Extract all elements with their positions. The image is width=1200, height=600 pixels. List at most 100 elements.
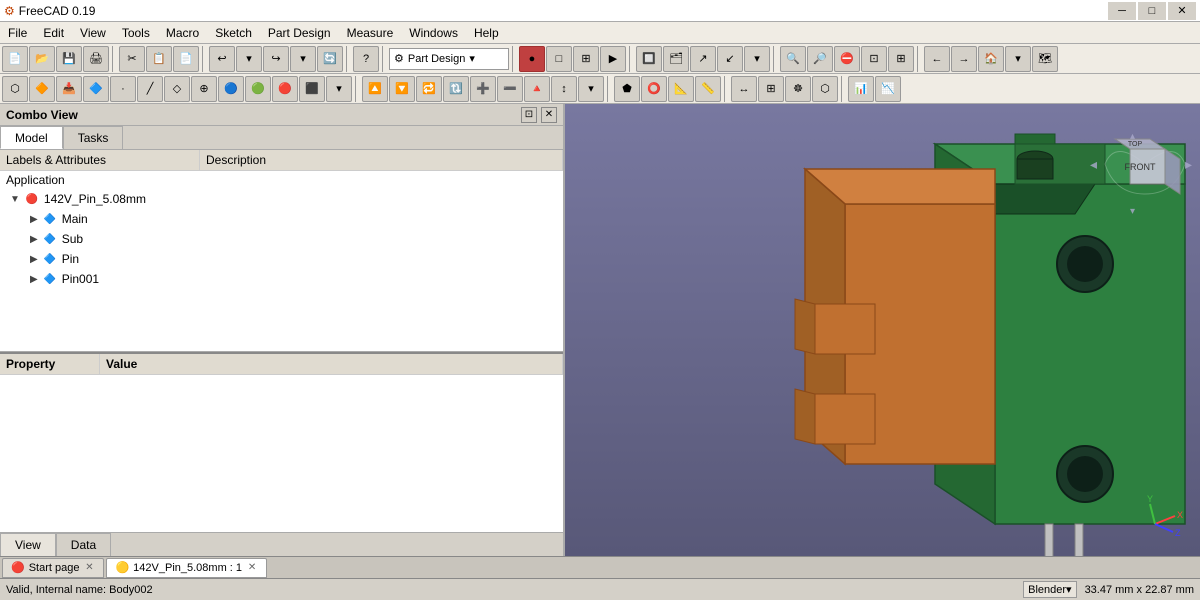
- pd-1[interactable]: ⬡: [2, 76, 28, 102]
- view-persp[interactable]: 🗺: [1032, 46, 1058, 72]
- pd-6[interactable]: ╱: [137, 76, 163, 102]
- pd-5[interactable]: ·: [110, 76, 136, 102]
- menu-edit[interactable]: Edit: [35, 24, 72, 42]
- menu-windows[interactable]: Windows: [401, 24, 466, 42]
- pd-dropdown2[interactable]: ▾: [578, 76, 604, 102]
- nav-3[interactable]: ⛔: [834, 46, 860, 72]
- view3d-2[interactable]: 🗂: [663, 46, 689, 72]
- maximize-button[interactable]: □: [1138, 2, 1166, 20]
- view-box[interactable]: ●: [519, 46, 545, 72]
- cut-button[interactable]: ✂: [119, 46, 145, 72]
- pd-sweep[interactable]: ↕: [551, 76, 577, 102]
- pd-mirror[interactable]: ↔: [731, 76, 757, 102]
- nav-1[interactable]: 🔍: [780, 46, 806, 72]
- tree-item-sub[interactable]: ▶ 🔷 Sub: [0, 229, 563, 249]
- nav-4[interactable]: ⊡: [861, 46, 887, 72]
- tab-model[interactable]: Model: [0, 126, 63, 149]
- undo-button[interactable]: ↩: [209, 46, 235, 72]
- nav-2[interactable]: 🔎: [807, 46, 833, 72]
- view-pts[interactable]: ⊞: [573, 46, 599, 72]
- menubar: File Edit View Tools Macro Sketch Part D…: [0, 22, 1200, 44]
- tree-label-pin001: Pin001: [62, 272, 99, 286]
- menu-measure[interactable]: Measure: [339, 24, 402, 42]
- combo-close[interactable]: ✕: [541, 107, 557, 123]
- view-play[interactable]: ▶: [600, 46, 626, 72]
- pd-loft[interactable]: 🔺: [524, 76, 550, 102]
- tree-item-main[interactable]: ▶ 🔷 Main: [0, 209, 563, 229]
- menu-help[interactable]: Help: [466, 24, 507, 42]
- pd-11[interactable]: 🔴: [272, 76, 298, 102]
- pd-13[interactable]: ▾: [326, 76, 352, 102]
- save-button[interactable]: 💾: [56, 46, 82, 72]
- nav-fwd[interactable]: →: [951, 46, 977, 72]
- sep4: [382, 46, 386, 72]
- pd-thickness[interactable]: 📏: [695, 76, 721, 102]
- help-button[interactable]: ?: [353, 46, 379, 72]
- menu-macro[interactable]: Macro: [158, 24, 207, 42]
- tree-item-pin001[interactable]: ▶ 🔷 Pin001: [0, 269, 563, 289]
- pd-measure2[interactable]: 📉: [875, 76, 901, 102]
- pd-polarpattern[interactable]: ☸: [785, 76, 811, 102]
- pd-12[interactable]: ⬛: [299, 76, 325, 102]
- pd-measure1[interactable]: 📊: [848, 76, 874, 102]
- nav-back[interactable]: ←: [924, 46, 950, 72]
- menu-partdesign[interactable]: Part Design: [260, 24, 339, 42]
- pd-chamfer[interactable]: ⬟: [614, 76, 640, 102]
- combo-restore[interactable]: ⊡: [521, 107, 537, 123]
- doctab-model[interactable]: 🟡 142V_Pin_5.08mm : 1 ✕: [106, 558, 267, 578]
- redo-dropdown[interactable]: ▾: [290, 46, 316, 72]
- view-wire[interactable]: □: [546, 46, 572, 72]
- view3d-4[interactable]: ↙: [717, 46, 743, 72]
- pd-pocket[interactable]: 🔽: [389, 76, 415, 102]
- menu-tools[interactable]: Tools: [114, 24, 158, 42]
- nav-5[interactable]: ⊞: [888, 46, 914, 72]
- doctab-startpage[interactable]: 🔴 Start page ✕: [2, 558, 104, 578]
- menu-file[interactable]: File: [0, 24, 35, 42]
- pd-10[interactable]: 🟢: [245, 76, 271, 102]
- nav-home[interactable]: 🏠: [978, 46, 1004, 72]
- viewport[interactable]: FRONT TOP ◂ ▸ ▴ ▾ X Y Z: [565, 104, 1200, 556]
- pd-groove[interactable]: 🔃: [443, 76, 469, 102]
- tree-item-pin[interactable]: ▶ 🔷 Pin: [0, 249, 563, 269]
- pd-rev[interactable]: 🔁: [416, 76, 442, 102]
- pd-9[interactable]: 🔵: [218, 76, 244, 102]
- pd-3[interactable]: 📥: [56, 76, 82, 102]
- refresh-button[interactable]: 🔄: [317, 46, 343, 72]
- redo-button[interactable]: ↪: [263, 46, 289, 72]
- pd-multitrns[interactable]: ⬡: [812, 76, 838, 102]
- doctab-startpage-label: Start page: [29, 562, 80, 574]
- close-button[interactable]: ✕: [1168, 2, 1196, 20]
- new-button[interactable]: 📄: [2, 46, 28, 72]
- pd-addmore[interactable]: ➕: [470, 76, 496, 102]
- view3d-3[interactable]: ↗: [690, 46, 716, 72]
- pd-4[interactable]: 🔷: [83, 76, 109, 102]
- doctab-startpage-close[interactable]: ✕: [83, 562, 95, 574]
- menu-view[interactable]: View: [72, 24, 114, 42]
- pd-sub2[interactable]: ➖: [497, 76, 523, 102]
- open-button[interactable]: 📂: [29, 46, 55, 72]
- doctab-model-close[interactable]: ✕: [246, 562, 258, 574]
- pd-fillet[interactable]: ⭕: [641, 76, 667, 102]
- btab-view[interactable]: View: [0, 533, 56, 556]
- tree-item-root[interactable]: ▼ 🔴 142V_Pin_5.08mm: [0, 189, 563, 209]
- pd-2[interactable]: 🔶: [29, 76, 55, 102]
- pd-linearpattern[interactable]: ⊞: [758, 76, 784, 102]
- undo-dropdown[interactable]: ▾: [236, 46, 262, 72]
- btab-data[interactable]: Data: [56, 533, 111, 556]
- blender-mode[interactable]: Blender▾: [1023, 581, 1076, 598]
- pd-7[interactable]: ◇: [164, 76, 190, 102]
- menu-sketch[interactable]: Sketch: [207, 24, 260, 42]
- paste-button[interactable]: 📄: [173, 46, 199, 72]
- view3d-1[interactable]: 🔲: [636, 46, 662, 72]
- copy-button[interactable]: 📋: [146, 46, 172, 72]
- minimize-button[interactable]: ─: [1108, 2, 1136, 20]
- view3d-5[interactable]: ▾: [744, 46, 770, 72]
- print-button[interactable]: 🖨: [83, 46, 109, 72]
- pd-extrude[interactable]: 🔼: [362, 76, 388, 102]
- sep7: [773, 46, 777, 72]
- pd-draft[interactable]: 📐: [668, 76, 694, 102]
- nav-dropdown[interactable]: ▾: [1005, 46, 1031, 72]
- workbench-dropdown[interactable]: ⚙ Part Design ▾: [389, 48, 509, 70]
- pd-8[interactable]: ⊕: [191, 76, 217, 102]
- tab-tasks[interactable]: Tasks: [63, 126, 124, 149]
